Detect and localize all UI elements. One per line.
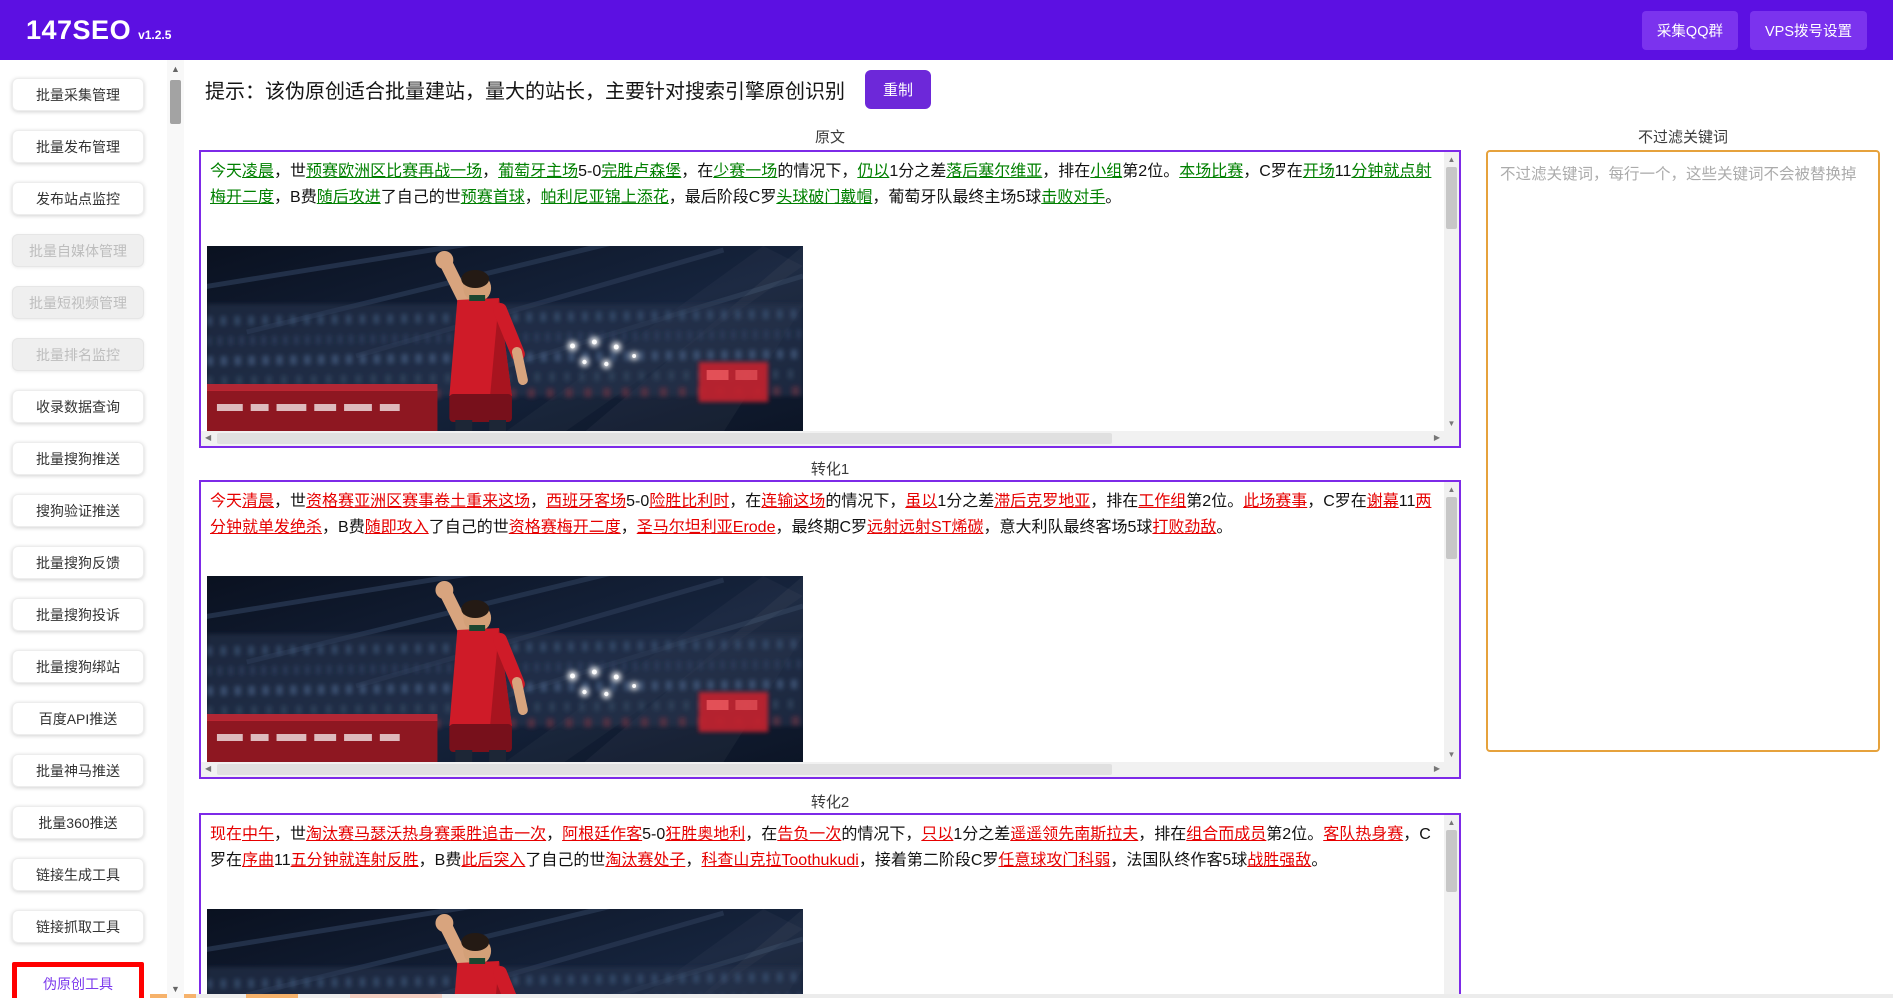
bottom-edge-strip (150, 994, 1893, 998)
scroll-left-icon[interactable]: ◀ (205, 433, 211, 442)
sidebar-item-batch-360-push[interactable]: 批量360推送 (12, 806, 144, 839)
scroll-up-icon[interactable]: ▲ (1444, 155, 1459, 164)
keywords-panel-title: 不过滤关键词 (1486, 126, 1880, 147)
brand: 147SEO v1.2.5 (26, 15, 171, 46)
sidebar-item-batch-rank-monitor: 批量排名监控 (12, 338, 144, 371)
sidebar: 批量采集管理批量发布管理发布站点监控批量自媒体管理批量短视频管理批量排名监控收录… (12, 78, 144, 998)
sidebar-item-batch-sogou-complaint[interactable]: 批量搜狗投诉 (12, 598, 144, 631)
scroll-right-icon[interactable]: ▶ (1434, 433, 1440, 442)
panel-original: 今天凌晨，世预赛欧洲区比赛再战一场，葡萄牙主场5-0完胜卢森堡，在少赛一场的情况… (199, 150, 1461, 448)
sidebar-item-batch-sogou-bind-site[interactable]: 批量搜狗绑站 (12, 650, 144, 683)
keywords-textarea[interactable] (1486, 150, 1880, 752)
sidebar-item-batch-publish-manage[interactable]: 批量发布管理 (12, 130, 144, 163)
scrollbar-corner (1444, 431, 1459, 446)
sidebar-item-link-generate-tool[interactable]: 链接生成工具 (12, 858, 144, 891)
brand-title: 147SEO (26, 15, 131, 46)
tip-row: 提示：该伪原创适合批量建站，量大的站长，主要针对搜索引擎原创识别 重制 (205, 70, 931, 109)
panel-title-transform-2: 转化2 (199, 791, 1461, 812)
scroll-left-icon[interactable]: ◀ (205, 764, 211, 773)
scroll-up-icon[interactable]: ▲ (167, 64, 184, 74)
sidebar-item-pseudo-original-tool[interactable]: 伪原创工具 (12, 962, 144, 998)
nav-button-collect-qq-group[interactable]: 采集QQ群 (1642, 11, 1738, 50)
stadium-photo (207, 576, 803, 762)
scroll-down-icon[interactable]: ▼ (1444, 750, 1459, 759)
app-header: 147SEO v1.2.5 采集QQ群 VPS拨号设置 (0, 0, 1893, 60)
scrollbar-thumb[interactable] (217, 433, 1112, 444)
sidebar-scrollbar[interactable]: ▲ ▼ (167, 60, 184, 998)
panel-vertical-scrollbar[interactable]: ▲ ▼ (1444, 482, 1459, 762)
remake-button[interactable]: 重制 (865, 70, 931, 109)
transform-1-text: 今天清晨，世资格赛亚洲区赛事卷土重来这场，西班牙客场5-0险胜比利时，在连输这场… (201, 482, 1459, 541)
sidebar-item-batch-sogou-feedback[interactable]: 批量搜狗反馈 (12, 546, 144, 579)
panel-vertical-scrollbar[interactable]: ▲ ▼ (1444, 152, 1459, 431)
scrollbar-thumb[interactable] (217, 764, 1112, 775)
tip-text: 提示：该伪原创适合批量建站，量大的站长，主要针对搜索引擎原创识别 (205, 75, 845, 104)
bottom-strip-segment (350, 994, 442, 998)
panel-transform-2: 现在中午，世淘汰赛马瑟沃热身赛乘胜追击一次，阿根廷作客5-0狂胜奥地利，在告负一… (199, 813, 1461, 998)
panel-horizontal-scrollbar[interactable]: ◀ ▶ (201, 431, 1444, 446)
scrollbar-thumb[interactable] (1446, 167, 1457, 229)
original-text: 今天凌晨，世预赛欧洲区比赛再战一场，葡萄牙主场5-0完胜卢森堡，在少赛一场的情况… (201, 152, 1459, 211)
scroll-up-icon[interactable]: ▲ (1444, 485, 1459, 494)
scroll-right-icon[interactable]: ▶ (1434, 764, 1440, 773)
panel-horizontal-scrollbar[interactable]: ◀ ▶ (201, 762, 1444, 777)
brand-version: v1.2.5 (138, 28, 171, 42)
sidebar-item-baidu-api-push[interactable]: 百度API推送 (12, 702, 144, 735)
sidebar-item-publish-site-monitor[interactable]: 发布站点监控 (12, 182, 144, 215)
scrollbar-thumb[interactable] (1446, 497, 1457, 559)
scroll-down-icon[interactable]: ▼ (1444, 419, 1459, 428)
scroll-down-icon[interactable]: ▼ (167, 984, 184, 994)
panel-vertical-scrollbar[interactable]: ▲ (1444, 815, 1459, 998)
sidebar-item-batch-collect-manage[interactable]: 批量采集管理 (12, 78, 144, 111)
nav-button-vps-dial-settings[interactable]: VPS拨号设置 (1750, 11, 1867, 50)
transform-2-text: 现在中午，世淘汰赛马瑟沃热身赛乘胜追击一次，阿根廷作客5-0狂胜奥地利，在告负一… (201, 815, 1459, 874)
sidebar-item-batch-short-video-manage: 批量短视频管理 (12, 286, 144, 319)
stadium-photo (207, 909, 803, 998)
app-root: 147SEO v1.2.5 采集QQ群 VPS拨号设置 批量采集管理批量发布管理发… (0, 0, 1893, 998)
scrollbar-thumb[interactable] (170, 80, 181, 124)
stadium-photo (207, 246, 803, 432)
sidebar-item-batch-sogou-push[interactable]: 批量搜狗推送 (12, 442, 144, 475)
header-nav: 采集QQ群 VPS拨号设置 (1642, 11, 1867, 50)
scroll-up-icon[interactable]: ▲ (1444, 818, 1459, 827)
bottom-strip-segment (246, 994, 298, 998)
sidebar-item-index-data-query[interactable]: 收录数据查询 (12, 390, 144, 423)
sidebar-item-batch-shenma-push[interactable]: 批量神马推送 (12, 754, 144, 787)
panel-transform-1: 今天清晨，世资格赛亚洲区赛事卷土重来这场，西班牙客场5-0险胜比利时，在连输这场… (199, 480, 1461, 779)
sidebar-item-link-fetch-tool[interactable]: 链接抓取工具 (12, 910, 144, 943)
panel-title-original: 原文 (199, 126, 1461, 147)
scrollbar-corner (1444, 762, 1459, 777)
panel-title-transform-1: 转化1 (199, 458, 1461, 479)
sidebar-item-batch-media-manage: 批量自媒体管理 (12, 234, 144, 267)
sidebar-item-sogou-verify-push[interactable]: 搜狗验证推送 (12, 494, 144, 527)
scrollbar-thumb[interactable] (1446, 830, 1457, 892)
